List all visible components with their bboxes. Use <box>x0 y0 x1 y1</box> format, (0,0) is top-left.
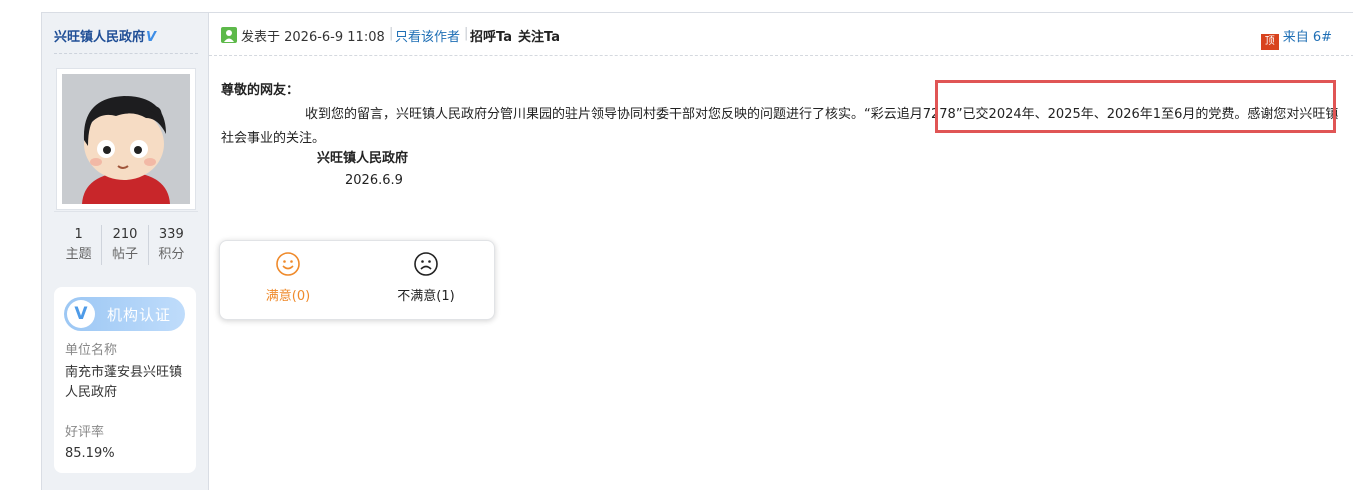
verified-icon: V <box>146 30 157 45</box>
stat-posts[interactable]: 210 帖子 <box>101 225 147 265</box>
verified-v-icon: V <box>67 300 95 328</box>
stat-value[interactable]: 1 <box>56 225 101 245</box>
satisfied-button[interactable]: 满意(0) <box>228 251 348 304</box>
stat-label: 积分 <box>158 247 185 262</box>
org-info-card: V 机构认证 单位名称 南充市蓬安县兴旺镇人民政府 好评率 85.19% <box>54 287 196 473</box>
frown-face-icon <box>414 252 438 276</box>
stat-label: 主题 <box>65 247 92 262</box>
stat-points[interactable]: 339 积分 <box>147 225 194 265</box>
author-stats: 1 主题 210 帖子 339 积分 <box>56 225 194 265</box>
stat-value[interactable]: 339 <box>149 225 194 245</box>
separator: | <box>464 26 469 41</box>
floor-label[interactable]: 来自 6# <box>1283 30 1332 45</box>
rating-label: 好评率 <box>65 425 105 440</box>
unsatisfied-label[interactable]: 不满意(1) <box>366 285 486 304</box>
stat-topics[interactable]: 1 主题 <box>56 225 101 265</box>
author-name-link[interactable]: 兴旺镇人民政府V <box>54 26 156 45</box>
cartoon-avatar-icon <box>62 74 190 204</box>
org-name-value: 南充市蓬安县兴旺镇人民政府 <box>65 365 183 400</box>
org-name-label: 单位名称 <box>65 343 118 358</box>
unsatisfied-button[interactable]: 不满意(1) <box>366 251 486 304</box>
follow-link[interactable]: 关注Ta <box>518 26 560 45</box>
top-floor-icon: 顶 <box>1260 34 1279 50</box>
post-header: 发表于 2026-6-9 11:08 | 只看该作者 | 招呼Ta 关注Ta 顶… <box>209 13 1353 56</box>
satisfied-label[interactable]: 满意(0) <box>228 285 348 304</box>
highlight-box <box>935 80 1336 133</box>
signature-date: 2026.6.9 <box>345 173 403 188</box>
signature: 兴旺镇人民政府 <box>317 151 409 166</box>
author-sidebar: 兴旺镇人民政府V 1 主题 210 帖子 339 积分 V 机构认证 单位名称 … <box>42 13 209 490</box>
only-author-link[interactable]: 只看该作者 <box>395 26 460 45</box>
separator: | <box>389 26 394 41</box>
smile-face-icon <box>276 252 300 276</box>
org-verified-badge: V 机构认证 <box>64 297 185 331</box>
floor-link[interactable]: 顶来自 6# <box>1260 26 1332 50</box>
divider <box>54 53 198 54</box>
post-time: 发表于 2026-6-9 11:08 <box>241 30 385 45</box>
satisfaction-vote: 满意(0) 不满意(1) <box>219 240 495 320</box>
divider <box>54 211 198 212</box>
stat-label: 帖子 <box>111 247 138 262</box>
author-name[interactable]: 兴旺镇人民政府 <box>54 30 145 45</box>
rating-value: 85.19% <box>65 446 115 461</box>
online-status-icon <box>221 27 237 43</box>
greet-link[interactable]: 招呼Ta <box>470 26 512 45</box>
badge-label: 机构认证 <box>107 305 172 324</box>
avatar[interactable] <box>56 68 196 210</box>
stat-value[interactable]: 210 <box>102 225 147 245</box>
